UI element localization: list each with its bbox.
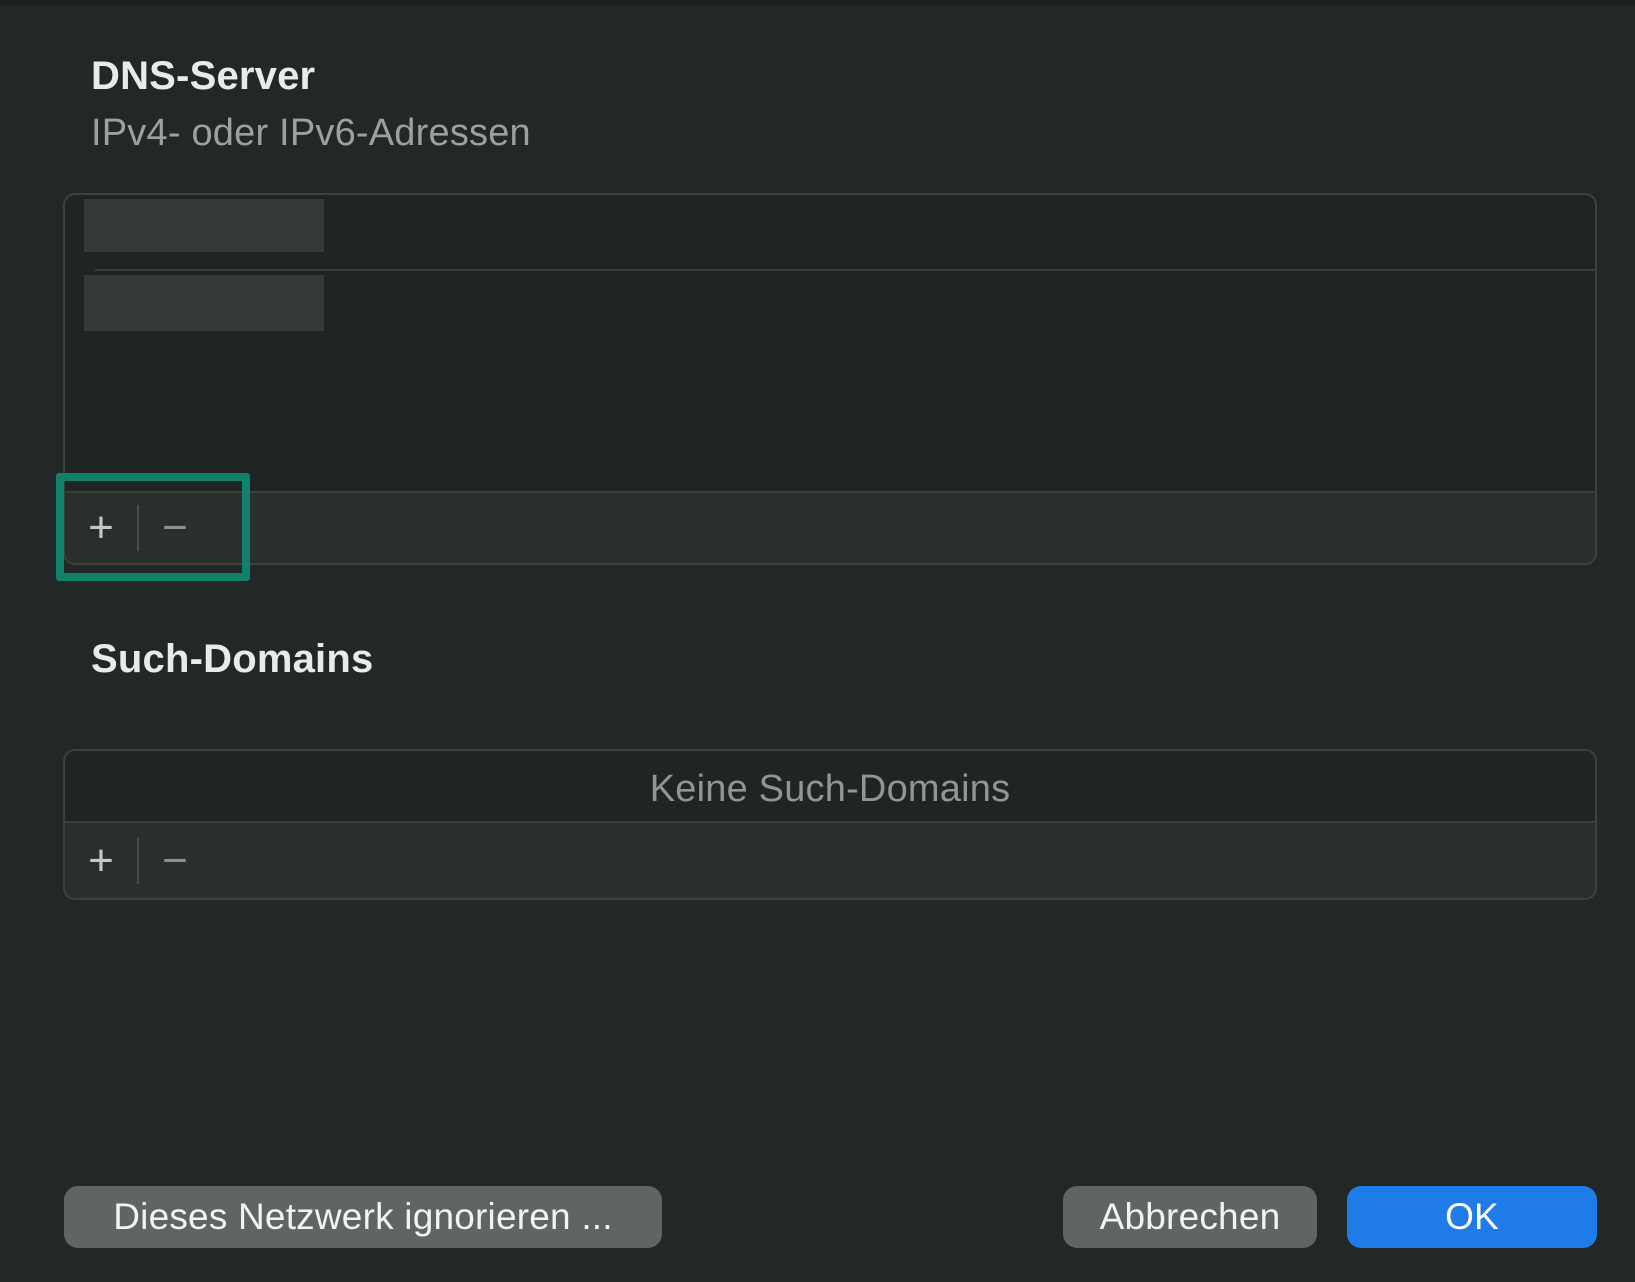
- search-domains-empty-placeholder: Keine Such-Domains: [65, 751, 1595, 827]
- remove-dns-server-button[interactable]: −: [139, 493, 211, 563]
- search-domains-toolbar: + −: [65, 821, 1595, 898]
- dns-server-row-redacted-2[interactable]: [84, 275, 324, 331]
- search-domains-heading: Such-Domains: [91, 637, 373, 682]
- row-separator: [95, 269, 1595, 271]
- add-dns-server-button[interactable]: +: [65, 493, 137, 563]
- dns-server-subheading: IPv4- oder IPv6-Adressen: [91, 112, 531, 155]
- ok-button[interactable]: OK: [1347, 1186, 1597, 1248]
- search-domains-list: Keine Such-Domains + −: [63, 749, 1597, 900]
- remove-search-domain-button[interactable]: −: [139, 823, 211, 898]
- dns-settings-dialog: DNS-Server IPv4- oder IPv6-Adressen + − …: [0, 0, 1635, 1282]
- add-search-domain-button[interactable]: +: [65, 823, 137, 898]
- dns-server-heading: DNS-Server: [91, 54, 315, 99]
- ignore-network-button[interactable]: Dieses Netzwerk ignorieren ...: [64, 1186, 662, 1248]
- dns-server-list: + −: [63, 193, 1597, 565]
- dns-list-toolbar: + −: [65, 491, 1595, 563]
- cancel-button[interactable]: Abbrechen: [1063, 1186, 1317, 1248]
- dns-server-row-redacted-1[interactable]: [84, 199, 324, 252]
